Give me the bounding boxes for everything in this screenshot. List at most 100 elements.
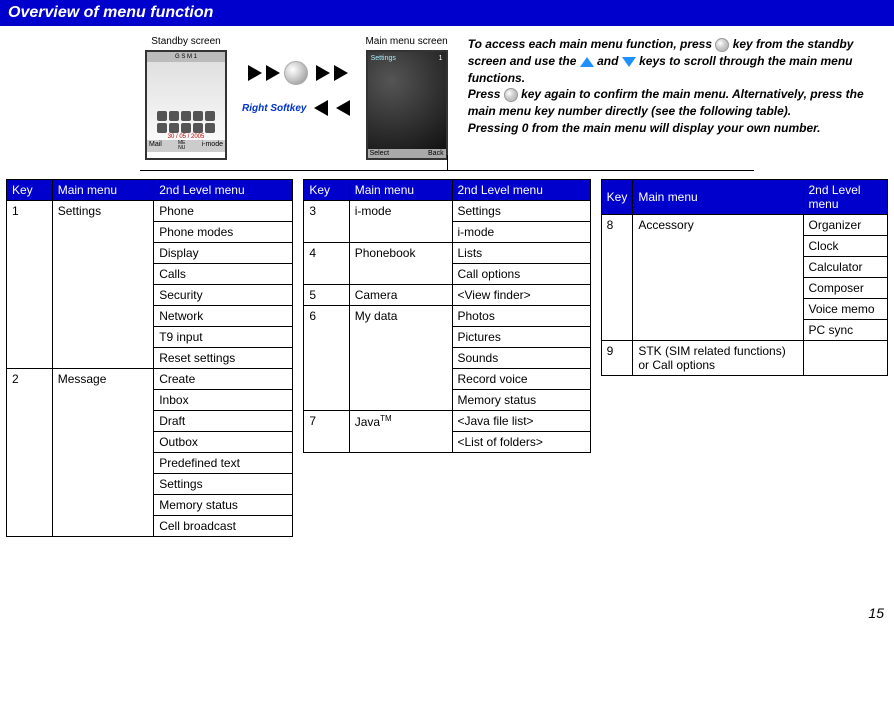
cell-key: 7 [304, 411, 349, 453]
cell-second: PC sync [803, 320, 887, 341]
table-row: 2MessageCreate [7, 369, 293, 390]
standby-left-softkey: Mail [149, 141, 162, 151]
cell-second: Network [154, 306, 293, 327]
cell-second: Voice memo [803, 299, 887, 320]
table-row: 6My dataPhotos [304, 306, 590, 327]
menu-table-1: KeyMain menu2nd Level menu1SettingsPhone… [6, 179, 293, 537]
arrows-top [248, 61, 344, 85]
arrow-right-icon [334, 65, 348, 81]
cell-key: 3 [304, 201, 349, 243]
cell-second: Draft [154, 411, 293, 432]
down-arrow-icon [622, 57, 636, 67]
cell-key: 4 [304, 243, 349, 285]
tables-row: KeyMain menu2nd Level menu1SettingsPhone… [0, 171, 894, 545]
cell-main: STK (SIM related functions) or Call opti… [633, 341, 803, 376]
cell-key: 2 [7, 369, 53, 537]
cell-main: Camera [349, 285, 452, 306]
cell-second: T9 input [154, 327, 293, 348]
top-section: Standby screen G S M 1 30 / 05 / 2005 Ma… [0, 26, 894, 170]
table-row: 8AccessoryOrganizer [601, 215, 887, 236]
menu-screen-title: Settings [371, 55, 396, 62]
table-row: 4PhonebookLists [304, 243, 590, 264]
cell-main: Message [52, 369, 154, 537]
col-key: Key [304, 180, 349, 201]
instructions: To access each main menu function, press… [468, 36, 894, 137]
cell-second: Outbox [154, 432, 293, 453]
cell-main: Settings [52, 201, 154, 369]
cell-second: Calls [154, 264, 293, 285]
standby-screen-col: Standby screen G S M 1 30 / 05 / 2005 Ma… [145, 36, 227, 160]
cell-second: Settings [452, 201, 590, 222]
cell-second: Phone modes [154, 222, 293, 243]
cell-main: Phonebook [349, 243, 452, 285]
cell-second: Display [154, 243, 293, 264]
table-row: 5Camera<View finder> [304, 285, 590, 306]
col-second: 2nd Level menu [452, 180, 590, 201]
cell-key: 6 [304, 306, 349, 411]
cell-second: Memory status [154, 495, 293, 516]
cell-key: 1 [7, 201, 53, 369]
cell-second: Memory status [452, 390, 590, 411]
phone-date: 30 / 05 / 2005 [168, 134, 205, 140]
table-row: 3i-modeSettings [304, 201, 590, 222]
menu-right-softkey: Back [428, 150, 444, 157]
col-main: Main menu [633, 180, 803, 215]
cell-key: 8 [601, 215, 633, 341]
standby-center-softkey: MENU [178, 141, 186, 151]
arrows-col: Right Softkey [242, 61, 350, 116]
cell-second: Cell broadcast [154, 516, 293, 537]
cell-second: Lists [452, 243, 590, 264]
cell-second: i-mode [452, 222, 590, 243]
cell-second [803, 341, 887, 376]
connector-line [140, 170, 754, 171]
col-second: 2nd Level menu [154, 180, 293, 201]
cell-second: Record voice [452, 369, 590, 390]
cell-second: Call options [452, 264, 590, 285]
cell-second: Inbox [154, 390, 293, 411]
col-second: 2nd Level menu [803, 180, 887, 215]
page-title: Overview of menu function [0, 0, 894, 26]
ok-key-icon [284, 61, 308, 85]
col-main: Main menu [52, 180, 154, 201]
phone-carrier: G S M 1 [147, 52, 225, 62]
cell-second: Composer [803, 278, 887, 299]
standby-screen: G S M 1 30 / 05 / 2005 Mail MENU i-mode [145, 50, 227, 160]
ok-key-icon [504, 88, 518, 102]
cell-key: 9 [601, 341, 633, 376]
main-menu-screen: Settings 1 Select Back [366, 50, 448, 160]
arrow-left-icon [314, 100, 328, 116]
standby-label: Standby screen [151, 36, 221, 47]
arrow-right-icon [248, 65, 262, 81]
arrow-left-icon [336, 100, 350, 116]
cell-second: Reset settings [154, 348, 293, 369]
arrows-bottom: Right Softkey [242, 100, 350, 116]
table-row: 9STK (SIM related functions) or Call opt… [601, 341, 887, 376]
cell-second: Settings [154, 474, 293, 495]
cell-key: 5 [304, 285, 349, 306]
page-number: 15 [0, 605, 894, 621]
cell-second: <Java file list> [452, 411, 590, 432]
cell-second: Organizer [803, 215, 887, 236]
col-key: Key [601, 180, 633, 215]
menu-table-3: KeyMain menu2nd Level menu8AccessoryOrga… [601, 179, 888, 376]
col-key: Key [7, 180, 53, 201]
right-softkey-label: Right Softkey [242, 103, 306, 114]
standby-right-softkey: i-mode [202, 141, 223, 151]
cell-second: Clock [803, 236, 887, 257]
cell-second: <List of folders> [452, 432, 590, 453]
col-main: Main menu [349, 180, 452, 201]
main-menu-label: Main menu screen [365, 36, 447, 47]
cell-second: Predefined text [154, 453, 293, 474]
cell-main: Accessory [633, 215, 803, 341]
cell-second: Pictures [452, 327, 590, 348]
table-row: 1SettingsPhone [7, 201, 293, 222]
up-arrow-icon [580, 57, 594, 67]
cell-main: My data [349, 306, 452, 411]
arrow-right-icon [266, 65, 280, 81]
cell-second: Phone [154, 201, 293, 222]
cell-second: Security [154, 285, 293, 306]
cell-second: <View finder> [452, 285, 590, 306]
menu-table-2: KeyMain menu2nd Level menu3i-modeSetting… [303, 179, 590, 453]
cell-second: Create [154, 369, 293, 390]
cell-second: Photos [452, 306, 590, 327]
